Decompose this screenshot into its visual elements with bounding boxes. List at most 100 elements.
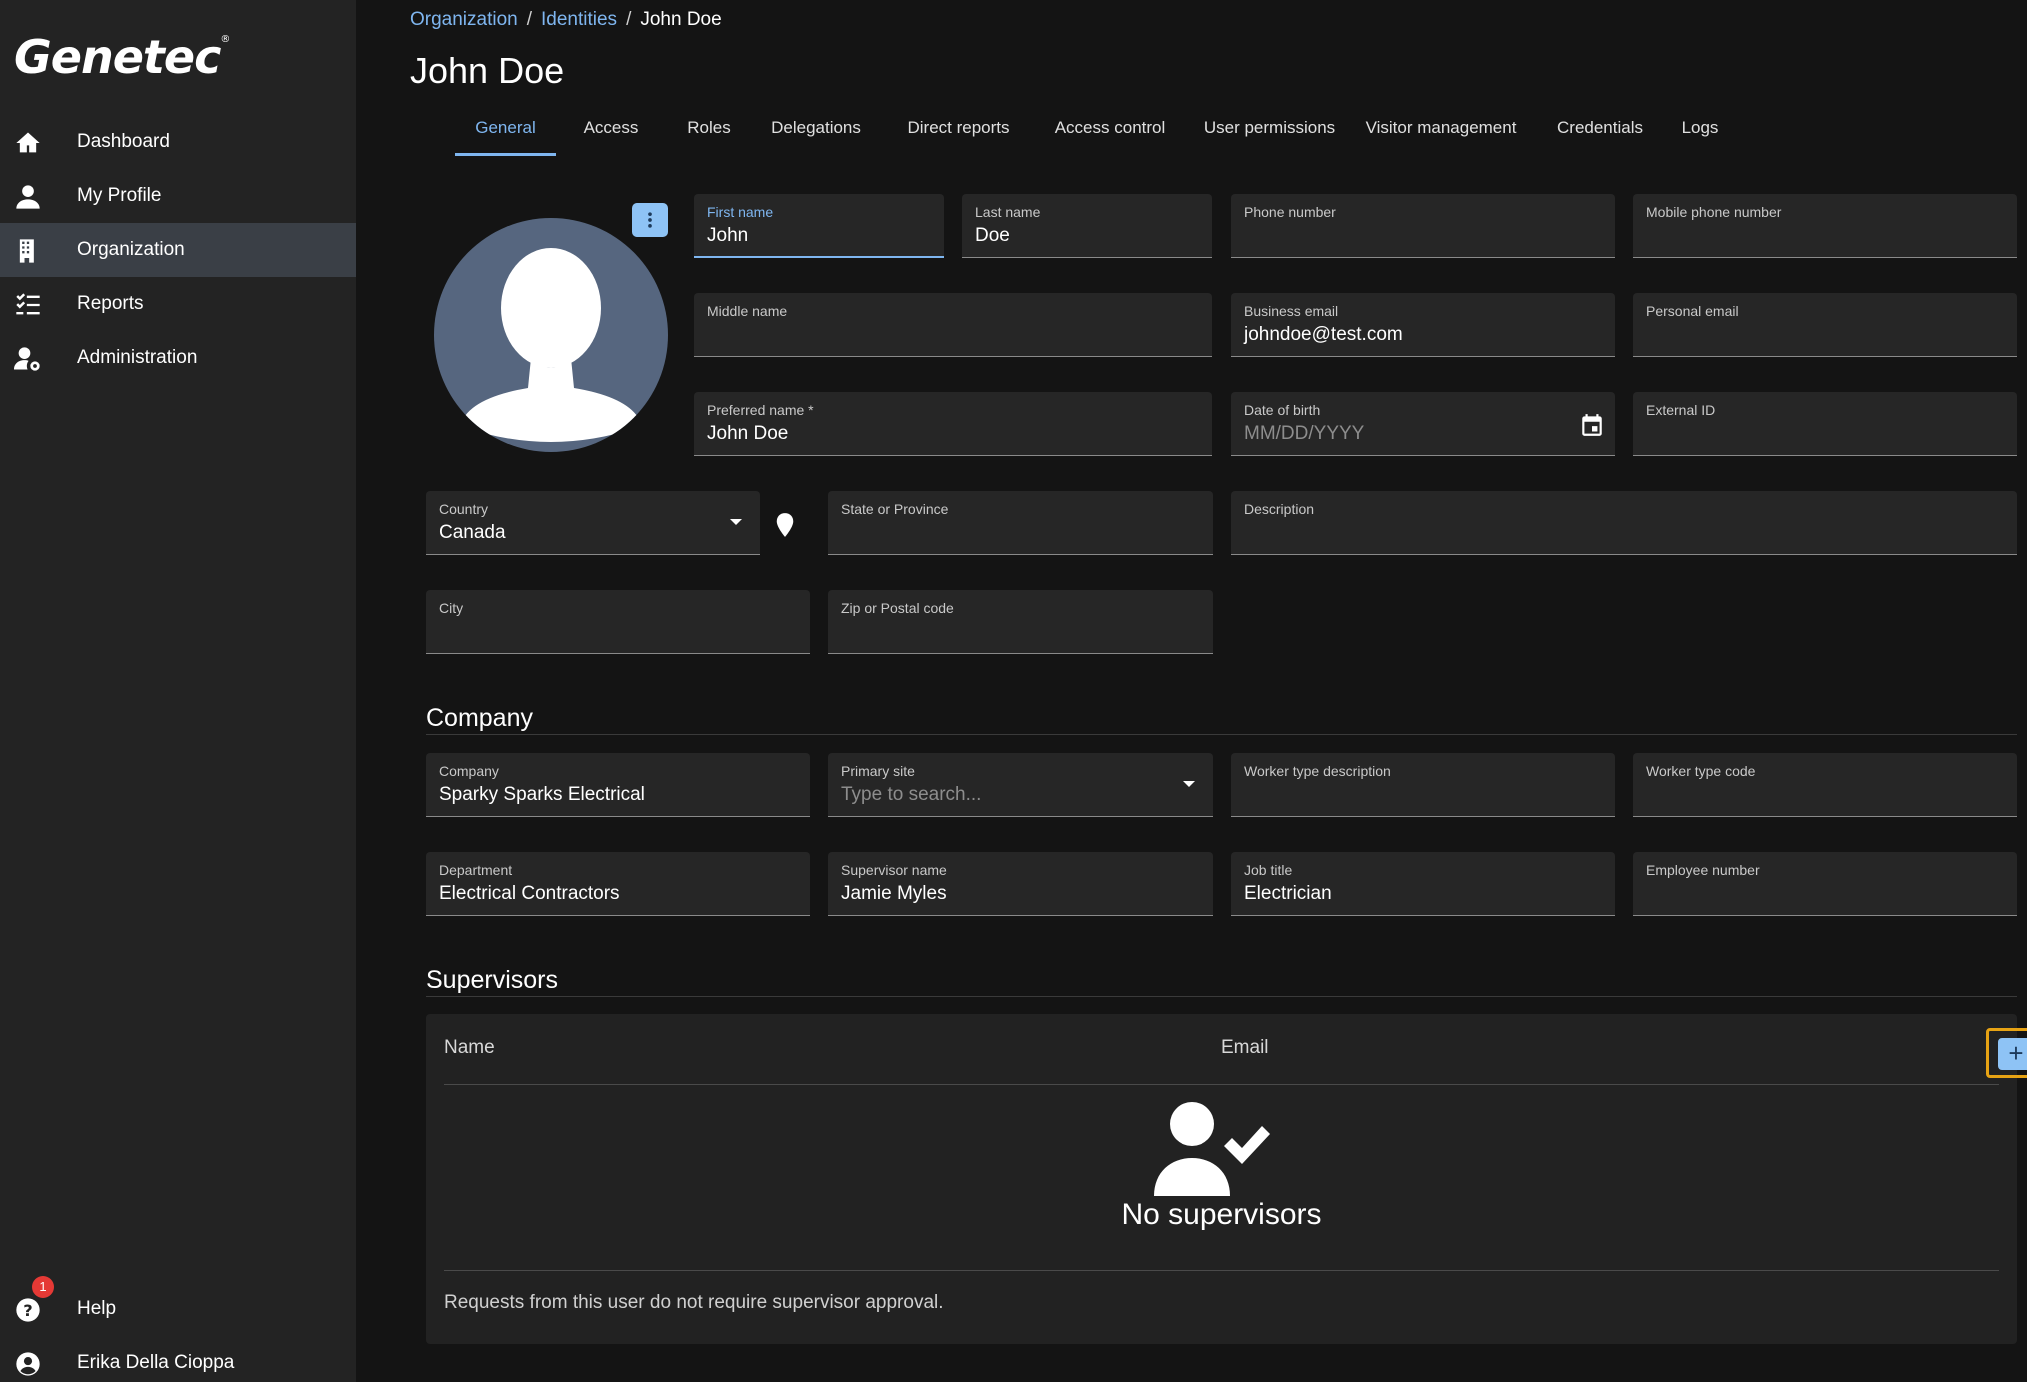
sidebar-item-administration[interactable]: Administration (0, 331, 356, 385)
add-supervisor-button[interactable]: + (1998, 1038, 2027, 1070)
field-value: John Doe (707, 423, 789, 444)
date-of-birth-field[interactable]: Date of birth MM/DD/YYYY (1231, 392, 1615, 456)
field-label: Last name (975, 204, 1041, 220)
description-field[interactable]: Description (1231, 491, 2017, 555)
avatar-menu-button[interactable] (632, 203, 668, 237)
breadcrumb-organization[interactable]: Organization (410, 9, 518, 31)
primary-site-select[interactable]: Primary site Type to search... (828, 753, 1213, 817)
location-pin-icon[interactable] (774, 512, 796, 538)
field-label: External ID (1646, 402, 1716, 418)
add-supervisor-highlight: + (1986, 1028, 2027, 1078)
phone-number-field[interactable]: Phone number (1231, 194, 1615, 258)
home-icon (14, 129, 42, 157)
calendar-icon[interactable] (1579, 412, 1605, 438)
field-label: Date of birth (1244, 402, 1321, 418)
sidebar-item-label: Dashboard (77, 131, 170, 152)
worker-type-description-field[interactable]: Worker type description (1231, 753, 1615, 817)
supervisors-table: Name Email + No supervisors Requests fro… (426, 1014, 2027, 1344)
supervisor-approval-note: Requests from this user do not require s… (444, 1292, 944, 1313)
person-icon (14, 183, 42, 211)
field-label: Worker type description (1244, 763, 1391, 779)
field-label: Business email (1244, 303, 1339, 319)
checklist-icon (14, 291, 42, 319)
divider (426, 734, 2017, 735)
country-select[interactable]: Country Canada (426, 491, 760, 555)
tab-direct-reports[interactable]: Direct reports (896, 108, 1021, 156)
sidebar-item-reports[interactable]: Reports (0, 277, 356, 331)
department-field[interactable]: Department Electrical Contractors (426, 852, 810, 916)
column-header-email: Email (1221, 1037, 1269, 1058)
field-label: Job title (1244, 862, 1293, 878)
business-email-field[interactable]: Business email johndoe@test.com (1231, 293, 1615, 357)
first-name-field[interactable]: First name John (694, 194, 944, 258)
breadcrumb: Organization / Identities / John Doe (410, 9, 722, 31)
sidebar-item-help[interactable]: ? 1 Help (0, 1276, 356, 1336)
field-label: Department (439, 862, 513, 878)
field-label: Phone number (1244, 204, 1336, 220)
sidebar-item-user[interactable]: Erika Della Cioppa (0, 1336, 356, 1382)
tab-access-control[interactable]: Access control (1035, 108, 1185, 156)
svg-text:?: ? (23, 1301, 32, 1320)
breadcrumb-current: John Doe (640, 9, 722, 30)
zip-postal-field[interactable]: Zip or Postal code (828, 590, 1213, 654)
tab-logs[interactable]: Logs (1665, 108, 1735, 156)
tab-user-permissions[interactable]: User permissions (1182, 108, 1357, 156)
tab-credentials[interactable]: Credentials (1535, 108, 1665, 156)
sidebar-item-organization[interactable]: Organization (0, 223, 356, 277)
sidebar-item-label: Organization (77, 239, 185, 260)
account-circle-icon (14, 1350, 42, 1378)
empty-state-text: No supervisors (1121, 1198, 1322, 1231)
job-title-field[interactable]: Job title Electrician (1231, 852, 1615, 916)
sidebar-item-label: Erika Della Cioppa (77, 1352, 235, 1373)
sidebar-item-my-profile[interactable]: My Profile (0, 169, 356, 223)
last-name-field[interactable]: Last name Doe (962, 194, 1212, 258)
notification-badge: 1 (32, 1276, 54, 1298)
field-label: Preferred name * (707, 402, 814, 418)
preferred-name-field[interactable]: Preferred name * John Doe (694, 392, 1212, 456)
field-label: Primary site (841, 763, 915, 779)
sidebar-item-dashboard[interactable]: Dashboard (0, 115, 356, 169)
breadcrumb-separator: / (526, 9, 533, 30)
avatar[interactable] (434, 218, 668, 452)
divider (426, 996, 2017, 997)
field-placeholder: MM/DD/YYYY (1244, 423, 1365, 444)
external-id-field[interactable]: External ID (1633, 392, 2017, 456)
company-field[interactable]: Company Sparky Sparks Electrical (426, 753, 810, 817)
sidebar-item-label: Help (77, 1298, 117, 1319)
tab-delegations[interactable]: Delegations (761, 108, 871, 156)
mobile-phone-field[interactable]: Mobile phone number (1633, 194, 2017, 258)
field-value: Doe (975, 225, 1010, 246)
breadcrumb-identities[interactable]: Identities (541, 9, 617, 31)
sidebar-item-label: Administration (77, 347, 198, 368)
field-label: Personal email (1646, 303, 1739, 319)
tab-access[interactable]: Access (566, 108, 656, 156)
field-value: Canada (439, 522, 506, 543)
tab-roles[interactable]: Roles (673, 108, 745, 156)
state-province-field[interactable]: State or Province (828, 491, 1213, 555)
genetec-logo[interactable]: Genetec® (14, 30, 230, 84)
employee-number-field[interactable]: Employee number (1633, 852, 2017, 916)
personal-email-field[interactable]: Personal email (1633, 293, 2017, 357)
field-value: Electrical Contractors (439, 883, 620, 904)
field-label: Middle name (707, 303, 788, 319)
field-label: Supervisor name (841, 862, 947, 878)
dropdown-arrow-icon (1183, 781, 1195, 787)
field-label: Worker type code (1646, 763, 1756, 779)
field-label: Company (439, 763, 499, 779)
supervisor-name-field[interactable]: Supervisor name Jamie Myles (828, 852, 1213, 916)
sidebar: Genetec® Dashboard My Profile Organizati… (0, 0, 356, 1382)
avatar-placeholder-icon (460, 248, 642, 442)
user-gear-icon (14, 345, 42, 373)
middle-name-field[interactable]: Middle name (694, 293, 1212, 357)
field-label: Mobile phone number (1646, 204, 1782, 220)
worker-type-code-field[interactable]: Worker type code (1633, 753, 2017, 817)
tab-visitor-management[interactable]: Visitor management (1342, 108, 1540, 156)
field-label: First name (707, 204, 774, 220)
dropdown-arrow-icon (730, 519, 742, 525)
tab-general[interactable]: General (455, 108, 556, 156)
more-vertical-icon (648, 212, 652, 228)
field-label: Country (439, 501, 489, 517)
field-value: Jamie Myles (841, 883, 947, 904)
person-check-icon (1152, 1100, 1272, 1196)
city-field[interactable]: City (426, 590, 810, 654)
